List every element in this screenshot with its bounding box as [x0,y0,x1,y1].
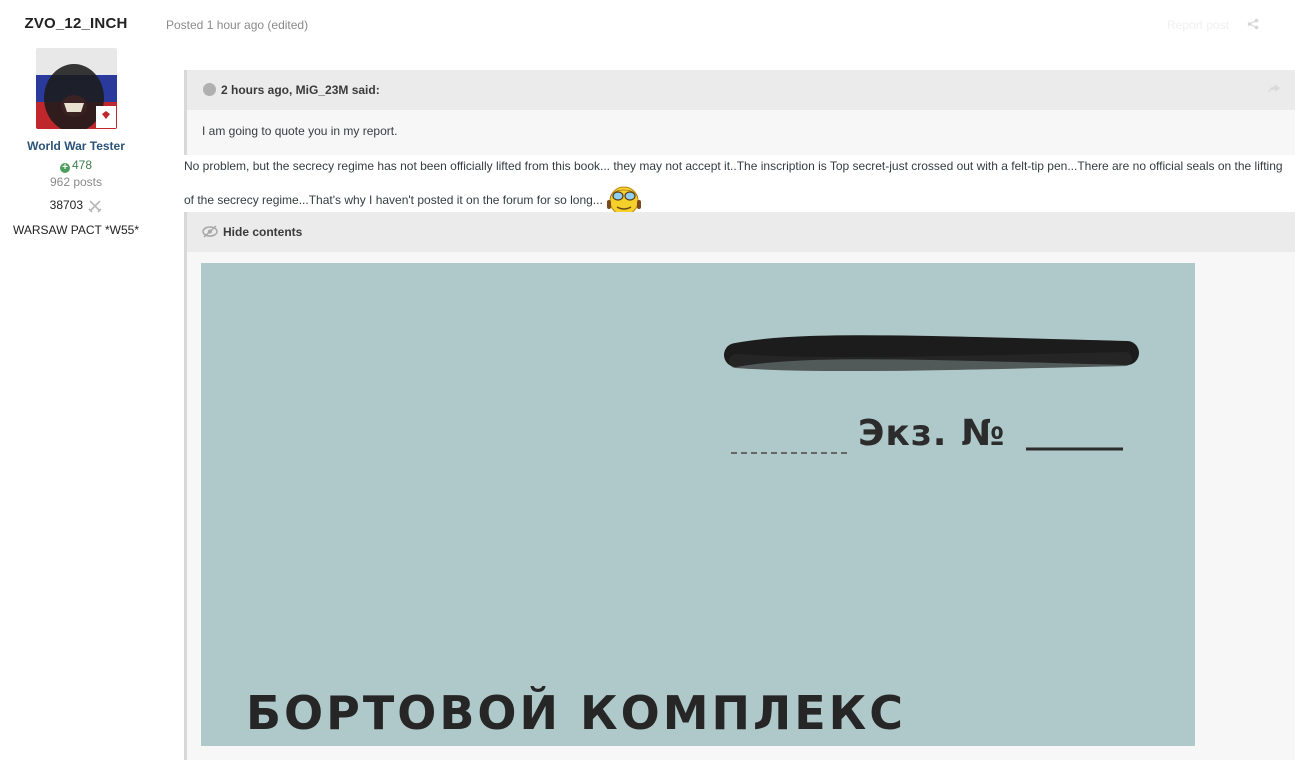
post-body-text: No problem, but the secrecy regime has n… [184,159,1283,207]
copy-number-text: Экз. № [858,413,1006,454]
post-body: No problem, but the secrecy regime has n… [184,153,1294,218]
spoiler-toggle[interactable]: Hide contents [187,212,1295,252]
share-icon[interactable] [1247,18,1259,30]
author-title: World War Tester [27,139,125,153]
quote-block: 2 hours ago, MiG_23M said: I am going to… [184,70,1295,155]
report-post-link[interactable]: Report post [1167,18,1229,32]
reputation-count: 478 [71,158,93,172]
document-image[interactable]: Экз. № БОРТОВОЙ КОМПЛЕКС [201,263,1195,746]
post-count: 962 posts [49,175,103,189]
eye-slash-icon[interactable] [202,225,218,238]
plus-circle-icon: + [59,163,70,173]
post-timestamp[interactable]: Posted 1 hour ago (edited) [166,18,308,32]
member-group: WARSAW PACT *W55* [12,223,140,237]
points-row: 38703 [0,198,152,213]
avatar[interactable] [36,48,117,129]
reputation-badge: +478 [0,158,152,173]
quote-citation[interactable]: 2 hours ago, MiG_23M said: [221,83,380,97]
hide-contents-label[interactable]: Hide contents [223,225,302,239]
spoiler-block: Hide contents Экз. № БОРТОВОЙ КОМПЛЕКС [184,212,1295,760]
quote-header[interactable]: 2 hours ago, MiG_23M said: [187,70,1295,110]
share-arrow-icon[interactable] [1267,83,1281,95]
points-value: 38703 [49,198,84,212]
crossed-swords-icon [88,200,102,213]
chevron-down-icon[interactable] [203,83,216,96]
document-title-text: БОРТОВОЙ КОМПЛЕКС [246,686,907,740]
author-username[interactable]: ZVO_12_INCH [0,15,152,32]
quote-text: I am going to quote you in my report. [202,124,398,138]
